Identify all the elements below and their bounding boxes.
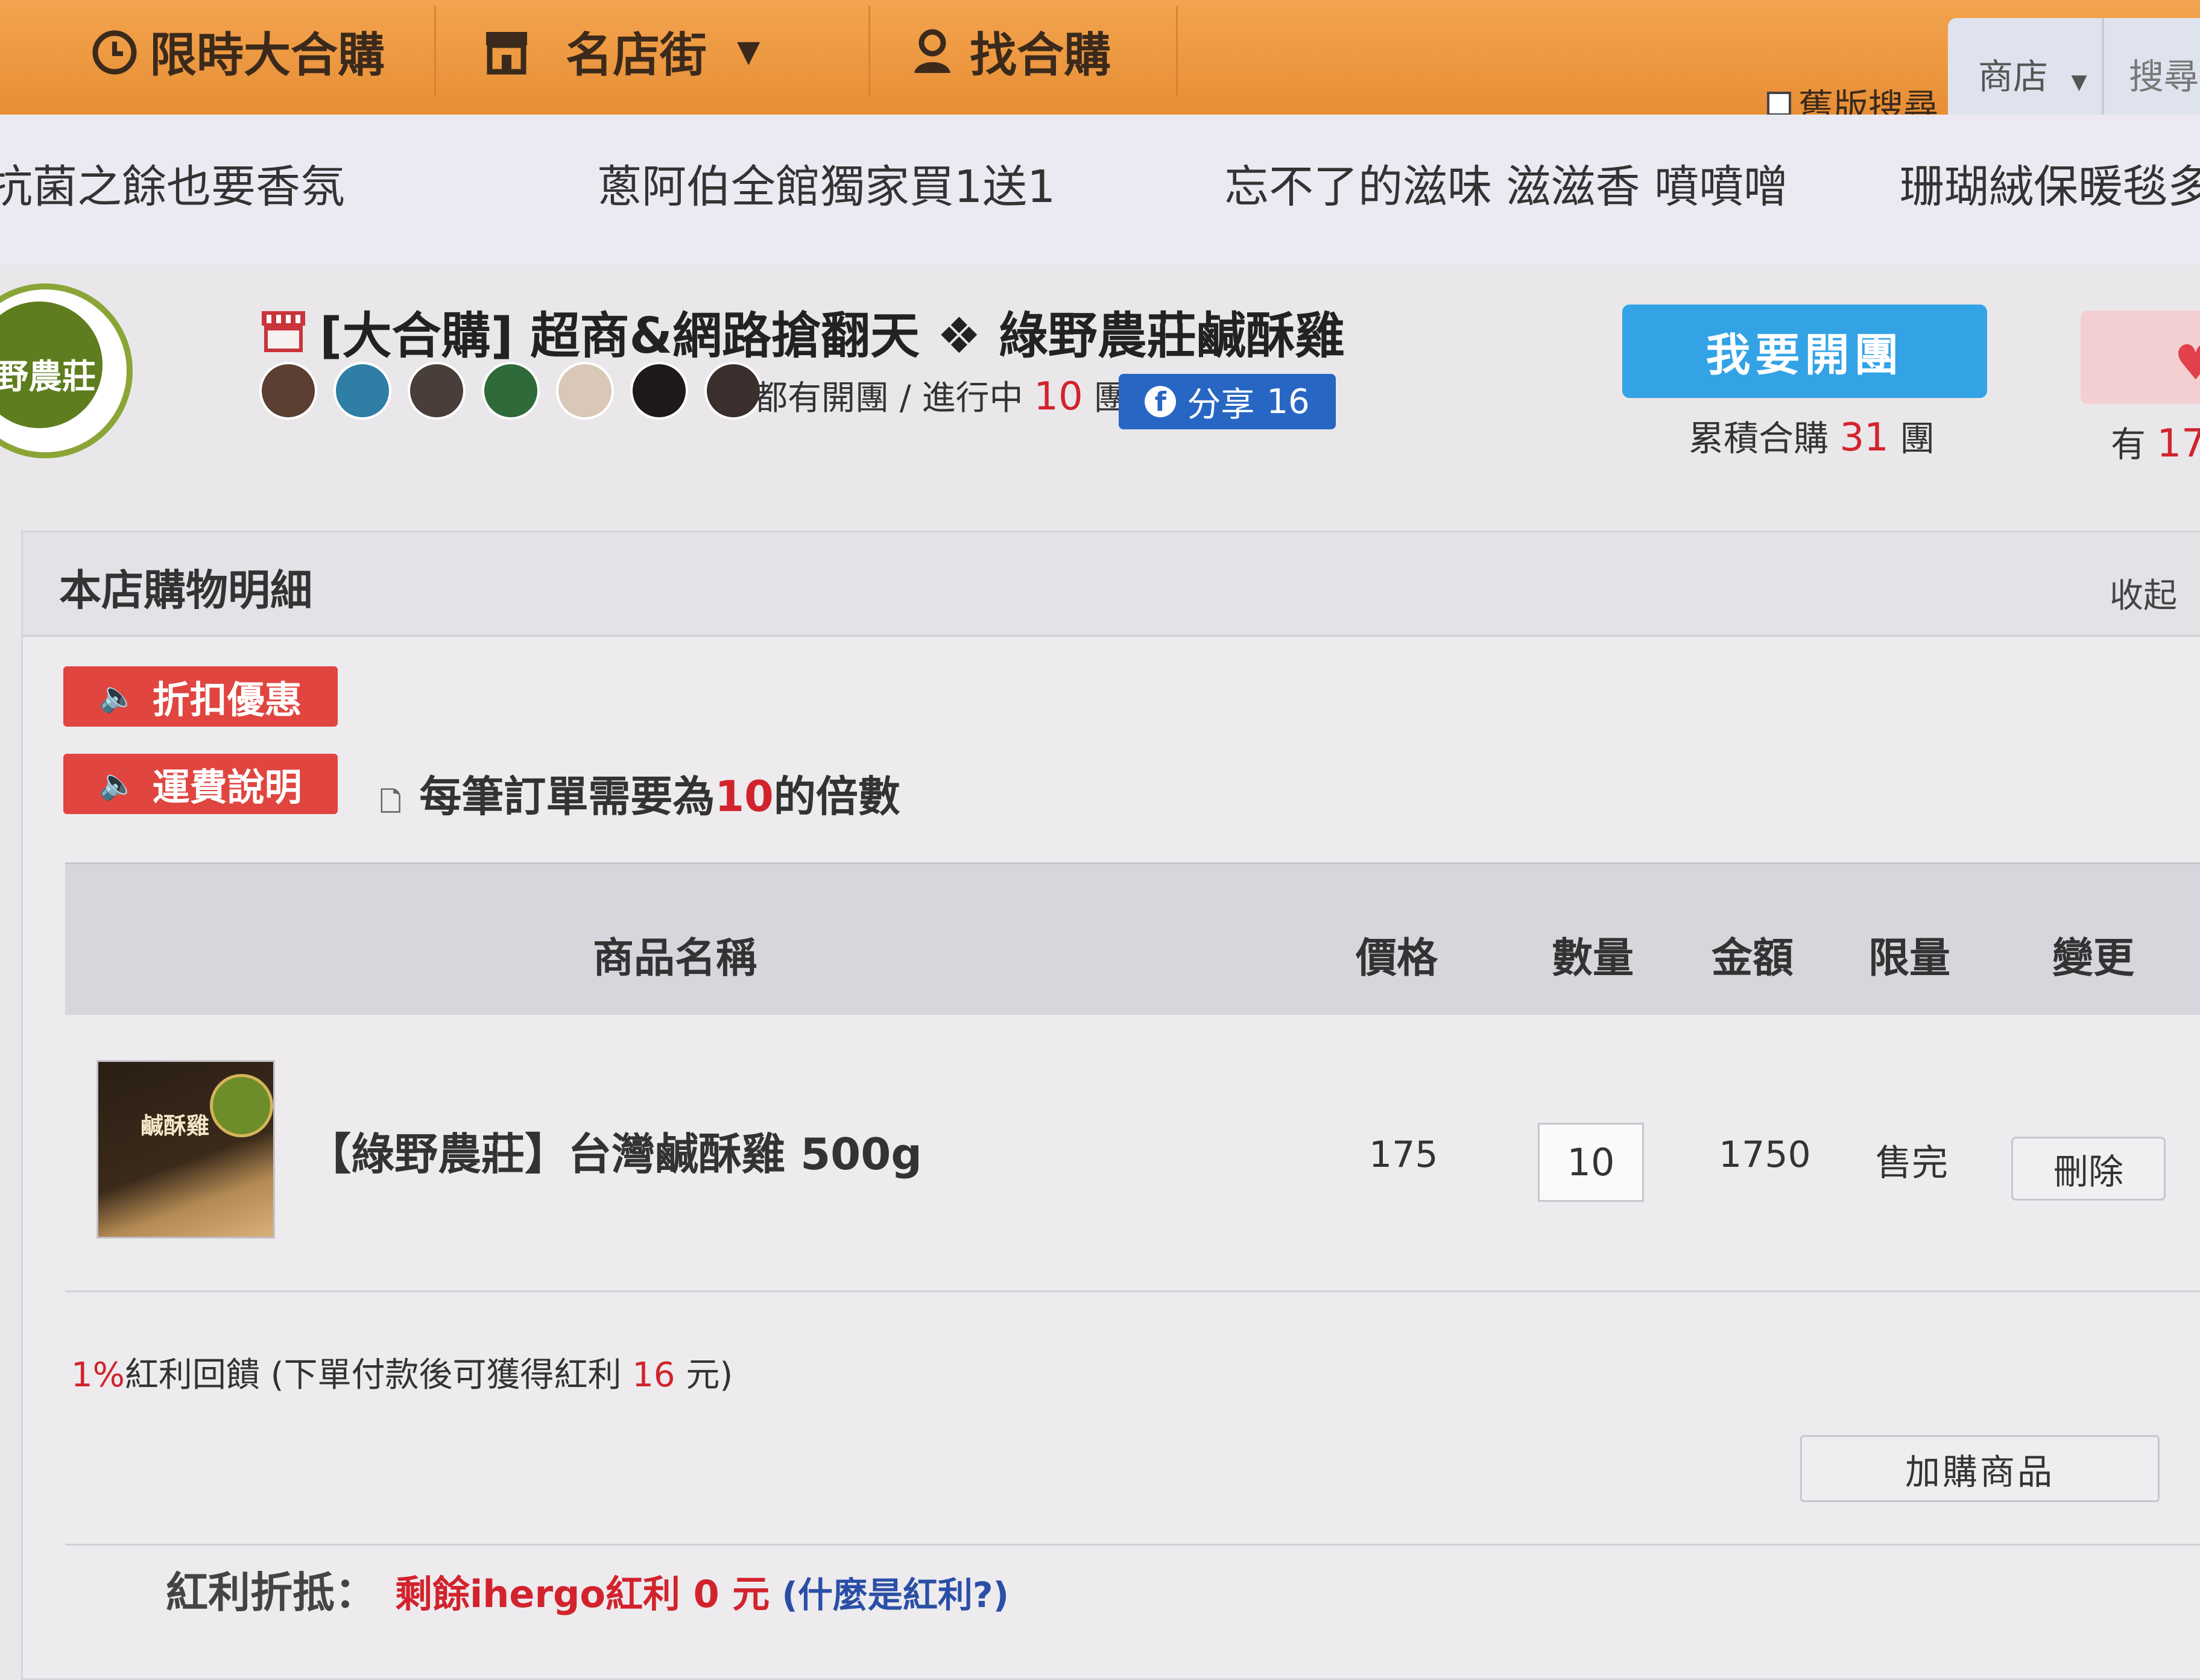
share-label: 分享 <box>1187 385 1255 425</box>
page-title-text: [大合購] 超商&網路搶翻天 ❖ 綠野農莊鹹酥雞 <box>320 308 1345 365</box>
group-status: 都有開團 / 進行中 10 團 <box>754 371 1128 420</box>
column-header: 限量 <box>1868 935 1951 982</box>
search-divider <box>2102 18 2104 121</box>
facebook-icon: f <box>1145 386 1177 417</box>
avatar[interactable] <box>259 362 317 420</box>
marquee-item[interactable]: 珊瑚絨保暖毯多一 <box>1900 151 2200 215</box>
avatar[interactable] <box>630 362 688 420</box>
bonus-deduct: 紅利折抵： 剩餘ihergo紅利 0 元 (什麼是紅利?) <box>166 1559 1009 1620</box>
favorite-button[interactable]: ♥ <box>2081 311 2200 404</box>
divider <box>65 1290 2200 1292</box>
bonus-remaining: 剩餘ihergo紅利 0 元 <box>395 1572 770 1616</box>
favorite-prefix: 有 <box>2111 424 2157 465</box>
nav-find-group[interactable]: 找合購 <box>911 18 1111 84</box>
column-header: 商品名稱 <box>593 935 757 982</box>
share-count: 16 <box>1266 382 1310 422</box>
shop-logo[interactable]: 野農莊 <box>0 283 133 458</box>
divider <box>65 1544 2200 1546</box>
cart-header: 本店購物明細 收起 <box>23 532 2200 637</box>
shipping-info-button[interactable]: 🔈 運費說明 <box>63 754 338 814</box>
nav-find-group-label: 找合購 <box>970 28 1111 83</box>
order-note-prefix: 每筆訂單需要為 <box>419 772 715 821</box>
discount-button[interactable]: 🔈 折扣優惠 <box>63 666 338 727</box>
product-seal <box>210 1074 273 1137</box>
open-group-button[interactable]: 我要開團 <box>1622 305 1987 398</box>
search-box: 商店 ▼ 搜尋 <box>1948 18 2200 121</box>
add-product-button[interactable]: 加購商品 <box>1800 1435 2160 1502</box>
search-scope-label: 商店 <box>1978 56 2049 97</box>
nav-divider <box>868 6 870 96</box>
column-header: 價格 <box>1356 935 1438 982</box>
accum-count: 31 <box>1839 415 1889 460</box>
discount-button-label: 折扣優惠 <box>152 678 302 722</box>
search-scope-select[interactable]: 商店 ▼ <box>1978 48 2087 99</box>
marquee-item[interactable]: 蔥阿伯全館獨家買1送1 <box>597 151 1055 215</box>
product-name[interactable]: 【綠野農莊】台灣鹹酥雞 500g <box>308 1119 922 1182</box>
cart-table-header: 商品名稱 價格 數量 金額 限量 變更 <box>65 862 2200 1015</box>
nav-divider <box>1176 6 1178 96</box>
nav-flash-sale[interactable]: 限時大合購 <box>90 18 385 84</box>
chevron-down-icon[interactable]: ▼ <box>737 34 760 69</box>
avatar[interactable] <box>408 362 466 420</box>
heart-icon: ♥ <box>2174 335 2200 391</box>
product-image-label: 鹹酥雞 <box>141 1113 210 1139</box>
accum-suffix: 團 <box>1888 418 1935 459</box>
delete-button[interactable]: 刪除 <box>2011 1137 2166 1201</box>
product-amount: 1750 <box>1719 1134 1811 1176</box>
top-nav: 限時大合購 名店街 ▼ 找合購 舊版搜尋 商店 ▼ 搜尋 <box>0 0 2200 127</box>
accum-prefix: 累積合購 <box>1689 418 1840 459</box>
order-note-value: 10 <box>715 772 774 821</box>
bonus-help-link[interactable]: (什麼是紅利?) <box>782 1574 1009 1615</box>
product-price: 175 <box>1369 1134 1438 1176</box>
nav-flash-sale-label: 限時大合購 <box>150 28 385 83</box>
shipping-button-label: 運費說明 <box>152 765 302 809</box>
marquee-item[interactable]: 忘不了的滋味 滋滋香 噴噴噌 <box>1224 151 1788 215</box>
avatar[interactable] <box>333 362 391 420</box>
collapse-link[interactable]: 收起 <box>2110 569 2177 617</box>
group-status-prefix: 都有開團 / 進行中 <box>754 379 1034 418</box>
column-header: 金額 <box>1712 935 1794 982</box>
avatar[interactable] <box>556 362 614 420</box>
user-search-icon <box>914 29 950 73</box>
shop-logo-text: 野農莊 <box>0 358 96 397</box>
chevron-down-icon: ▼ <box>2071 70 2087 94</box>
bonus-deduct-label: 紅利折抵： <box>166 1568 377 1617</box>
cart-panel: 本店購物明細 收起 <box>21 531 2200 1680</box>
favorite-count: 有 17 <box>2111 416 2200 467</box>
accumulated-groups: 累積合購 31 團 <box>1689 410 1935 461</box>
column-header: 數量 <box>1552 935 1634 982</box>
bonus-note-prefix: 紅利回饋 (下單付款後可獲得紅利 <box>124 1356 633 1395</box>
bonus-percent: 1% <box>71 1356 125 1395</box>
speaker-icon: 🔈 <box>99 678 137 714</box>
bonus-note-value: 16 <box>632 1356 675 1395</box>
page-title: [大合購] 超商&網路搶翻天 ❖ 綠野農莊鹹酥雞 <box>259 295 1345 367</box>
cart-title: 本店購物明細 <box>59 566 312 615</box>
nav-divider <box>434 6 436 96</box>
facebook-share-button[interactable]: f 分享 16 <box>1119 374 1336 429</box>
document-icon: 🗋 <box>380 787 402 818</box>
bonus-feedback-note: 1%紅利回饋 (下單付款後可獲得紅利 16 元) <box>71 1348 733 1397</box>
nav-famous-shops-label: 名店街 <box>566 28 707 83</box>
clock-icon <box>92 30 137 75</box>
nav-famous-shops[interactable]: 名店街 ▼ <box>482 18 760 84</box>
order-multiple-note: 🗋 每筆訂單需要為10的倍數 <box>380 763 900 828</box>
product-thumbnail[interactable]: 鹹酥雞 <box>96 1060 275 1239</box>
old-search-checkbox[interactable] <box>1767 92 1791 116</box>
speaker-icon: 🔈 <box>99 766 137 801</box>
store-icon <box>262 311 305 352</box>
search-input[interactable]: 搜尋 <box>2129 48 2199 99</box>
column-header: 變更 <box>2052 935 2135 982</box>
quantity-input[interactable]: 10 <box>1538 1123 1644 1202</box>
active-group-count: 10 <box>1034 374 1083 419</box>
bonus-note-suffix: 元) <box>675 1356 733 1395</box>
favorite-number: 17 <box>2157 422 2200 466</box>
member-avatars <box>259 362 779 420</box>
avatar[interactable] <box>482 362 540 420</box>
order-note-suffix: 的倍數 <box>773 772 900 821</box>
promo-marquee: 抗菌之餘也要香氛 蔥阿伯全館獨家買1送1 忘不了的滋味 滋滋香 噴噴噌 珊瑚絨保… <box>0 115 2200 265</box>
shop-icon <box>486 32 527 75</box>
marquee-item[interactable]: 抗菌之餘也要香氛 <box>0 151 345 215</box>
product-limit: 售完 <box>1876 1142 1948 1184</box>
